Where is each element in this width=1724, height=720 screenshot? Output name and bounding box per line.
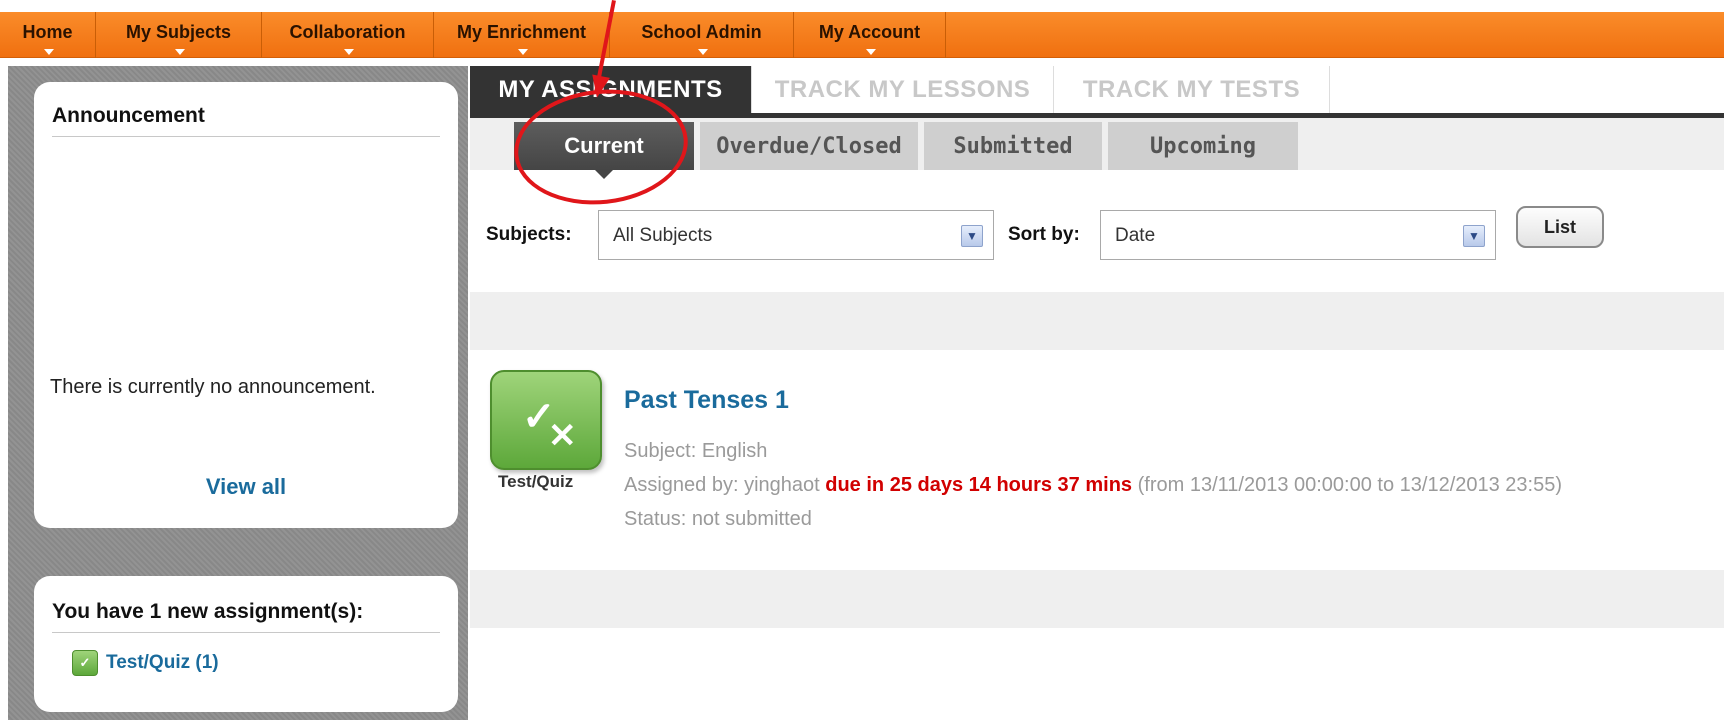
announcement-panel: Announcement There is currently no annou… [34, 82, 458, 528]
nav-item-label: Home [22, 22, 73, 42]
nav-item-home[interactable]: Home [0, 12, 96, 58]
assignment-subject: Subject: English [624, 440, 768, 462]
sort-by-label: Sort by: [1008, 224, 1080, 245]
subjects-label: Subjects: [486, 224, 572, 245]
chevron-down-icon [697, 49, 708, 55]
nav-item-school-admin[interactable]: School Admin [610, 12, 794, 58]
assignment-assigned-line: Assigned by: yinghaot due in 25 days 14 … [624, 474, 1562, 497]
nav-item-my-account[interactable]: My Account [794, 12, 946, 58]
tab-overdue-closed[interactable]: Overdue/Closed [700, 122, 918, 170]
subjects-selected-value: All Subjects [613, 225, 713, 246]
nav-item-label: My Account [818, 22, 921, 42]
separator-band [470, 292, 1724, 350]
nav-item-my-enrichment[interactable]: My Enrichment [434, 12, 610, 58]
tab-upcoming[interactable]: Upcoming [1108, 122, 1298, 170]
nav-item-collaboration[interactable]: Collaboration [262, 12, 434, 58]
sidebar: Announcement There is currently no annou… [8, 66, 468, 720]
divider [52, 632, 440, 633]
separator-band [470, 570, 1724, 628]
cross-icon: ✕ [548, 417, 577, 455]
dropdown-arrow-icon[interactable]: ▼ [961, 225, 983, 247]
view-all-link[interactable]: View all [34, 474, 458, 500]
nav-item-label: School Admin [641, 22, 762, 42]
sort-by-select[interactable]: Date ▼ [1100, 210, 1496, 260]
top-navigation: Home My Subjects Collaboration My Enrich… [0, 0, 1724, 58]
new-assignments-title: You have 1 new assignment(s): [52, 600, 364, 623]
dropdown-arrow-icon[interactable]: ▼ [1463, 225, 1485, 247]
chevron-down-icon [865, 49, 876, 55]
announcement-message: There is currently no announcement. [50, 376, 376, 398]
tab-submitted[interactable]: Submitted [924, 122, 1102, 170]
test-quiz-icon: ✓ [72, 650, 98, 676]
announcement-title: Announcement [52, 104, 205, 127]
sort-selected-value: Date [1115, 225, 1156, 246]
assigned-by: Assigned by: yinghaot [624, 474, 820, 496]
chevron-down-icon [517, 49, 528, 55]
assignment-period: (from 13/11/2013 00:00:00 to 13/12/2013 … [1137, 474, 1563, 496]
chevron-down-icon [43, 49, 54, 55]
chevron-down-icon [343, 49, 354, 55]
assignment-status: Status: not submitted [624, 508, 812, 530]
assignment-title[interactable]: Past Tenses 1 [624, 386, 789, 415]
test-quiz-icon[interactable]: ✓ ✕ [490, 370, 602, 470]
assignment-type-label: Test/Quiz [498, 472, 574, 491]
subjects-select[interactable]: All Subjects ▼ [598, 210, 994, 260]
nav-item-label: My Subjects [125, 22, 232, 42]
nav-item-label: Collaboration [289, 22, 406, 42]
list-button[interactable]: List [1516, 206, 1604, 248]
tab-track-my-tests[interactable]: TRACK MY TESTS [1054, 66, 1330, 113]
test-quiz-link[interactable]: Test/Quiz (1) [106, 652, 219, 674]
chevron-down-icon [174, 49, 185, 55]
new-assignments-panel: You have 1 new assignment(s): ✓ Test/Qui… [34, 576, 458, 712]
tab-track-my-lessons[interactable]: TRACK MY LESSONS [752, 66, 1054, 113]
due-countdown: due in 25 days 14 hours 37 mins [825, 474, 1133, 496]
nav-item-label: My Enrichment [456, 22, 587, 42]
nav-item-my-subjects[interactable]: My Subjects [96, 12, 262, 58]
divider [52, 136, 440, 137]
